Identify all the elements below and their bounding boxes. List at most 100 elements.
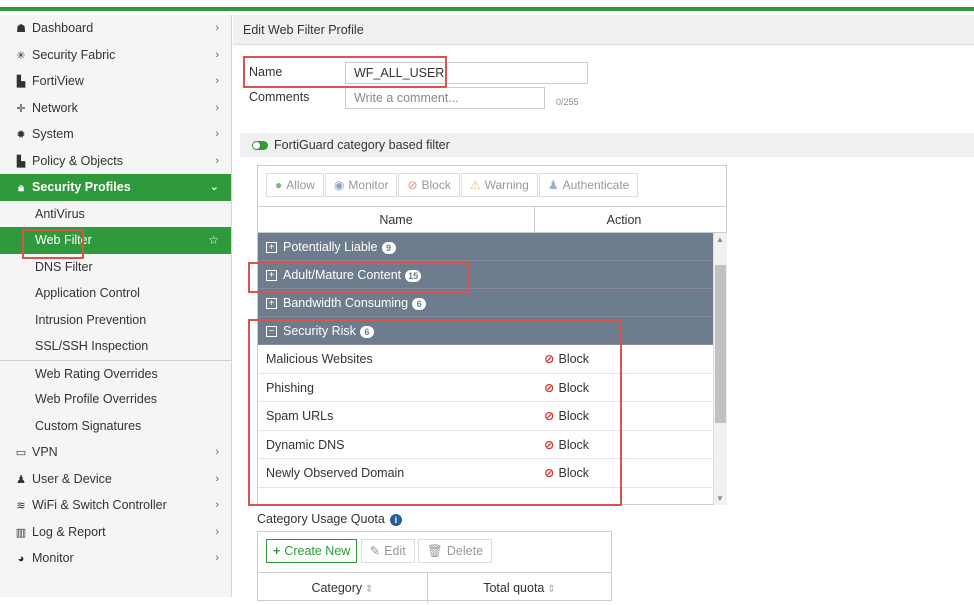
create-new-label: Create New <box>284 544 351 558</box>
sort-icon: ⇕ <box>547 584 556 595</box>
warning-label: Warning <box>484 178 529 192</box>
fortiview-icon: ▙ <box>16 76 26 88</box>
sidebar-subitem-intrusion-prevention[interactable]: Intrusion Prevention <box>0 307 231 334</box>
sidebar-subitem-web-rating-overrides[interactable]: Web Rating Overrides <box>0 359 231 387</box>
highlight-box-security-risk <box>248 319 622 506</box>
column-header-action[interactable]: Action <box>535 207 713 233</box>
comments-input[interactable]: Write a comment... <box>345 87 545 109</box>
sidebar-item-vpn[interactable]: ▭ VPN › <box>0 439 231 466</box>
expand-plus-icon[interactable]: + <box>266 298 277 310</box>
quota-title: Category Usage Quota i <box>257 512 402 526</box>
chevron-right-icon: › <box>215 552 219 564</box>
sidebar-item-security-profiles[interactable]: 🔒︎ Security Profiles ⌄ <box>0 174 231 201</box>
sidebar-subitem-antivirus[interactable]: AntiVirus <box>0 201 231 228</box>
block-button[interactable]: ⊘ Block <box>398 173 460 197</box>
page-title: Edit Web Filter Profile <box>233 15 974 45</box>
sidebar-item-label: Dashboard <box>32 21 94 35</box>
vpn-monitor-icon: ▭ <box>15 447 27 459</box>
allow-label: Allow <box>286 178 315 192</box>
sidebar-subitem-custom-signatures[interactable]: Custom Signatures <box>0 413 231 440</box>
monitor-label: Monitor <box>348 178 389 192</box>
sidebar-item-label: FortiView <box>32 74 84 88</box>
sidebar-subitem-web-profile-overrides[interactable]: Web Profile Overrides <box>0 386 231 413</box>
info-icon[interactable]: i <box>389 513 402 526</box>
plus-icon: + <box>273 544 281 558</box>
table-scrollbar[interactable]: ▲ ▼ <box>713 233 727 505</box>
sidebar-item-user-device[interactable]: ♟ User & Device › <box>0 466 231 493</box>
warning-icon: ⚠ <box>469 178 481 192</box>
sidebar-item-label: Security Profiles <box>32 180 131 194</box>
chevron-right-icon: › <box>215 22 219 34</box>
sidebar-item-label: Log & Report <box>32 524 106 539</box>
fortiguard-toggle[interactable] <box>252 141 268 151</box>
policy-icon: ▙ <box>16 155 26 168</box>
category-group-row[interactable]: + Bandwidth Consuming 6 <box>258 289 713 317</box>
count-badge: 6 <box>412 297 427 310</box>
quota-table-header: Category ⇕ Total quota ⇕ <box>258 572 611 605</box>
create-new-button[interactable]: + Create New <box>266 539 358 563</box>
highlight-box-web-filter <box>22 229 84 259</box>
delete-button[interactable]: 🗑︎ Delete <box>418 539 493 563</box>
trash-icon: 🗑︎ <box>427 544 443 558</box>
scroll-thumb[interactable] <box>715 265 726 423</box>
chevron-right-icon: › <box>215 128 219 140</box>
sidebar-item-policy-objects[interactable]: ▙ Policy & Objects › <box>0 148 231 175</box>
sidebar-item-security-fabric[interactable]: ✳ Security Fabric › <box>0 42 231 69</box>
fabric-icon: ✳ <box>16 49 26 62</box>
user-icon: ♟ <box>547 178 559 192</box>
sidebar-item-system[interactable]: ✹ System › <box>0 121 231 148</box>
scroll-up-icon[interactable]: ▲ <box>716 235 724 244</box>
pencil-icon: ✎ <box>369 544 381 558</box>
chevron-down-icon: ⌄ <box>209 181 219 193</box>
comments-label: Comments <box>249 90 310 104</box>
sidebar-item-label: VPN <box>32 445 58 459</box>
sidebar-item-network[interactable]: ✛ Network › <box>0 95 231 122</box>
sidebar-item-label: Monitor <box>32 551 74 565</box>
sidebar-item-fortiview[interactable]: ▙ FortiView › <box>0 68 231 95</box>
scroll-down-icon[interactable]: ▼ <box>716 494 724 503</box>
eye-icon: ◉ <box>333 178 345 192</box>
sidebar-item-label: User & Device <box>32 471 112 486</box>
system-gear-icon: ✹ <box>16 129 26 141</box>
sidebar-item-label: Policy & Objects <box>32 153 124 168</box>
sidebar-item-label: System <box>32 127 74 141</box>
edit-button[interactable]: ✎ Edit <box>360 539 415 563</box>
wifi-icon: ≋ <box>16 500 26 512</box>
chevron-right-icon: › <box>215 101 219 114</box>
delete-label: Delete <box>446 544 484 558</box>
sidebar-item-wifi-switch[interactable]: ≋ WiFi & Switch Controller › <box>0 492 231 519</box>
sidebar-item-log-report[interactable]: ▥ Log & Report › <box>0 519 231 546</box>
column-header-category[interactable]: Category ⇕ <box>258 573 428 603</box>
star-icon[interactable]: ☆ <box>208 227 219 254</box>
total-quota-label: Total quota <box>483 581 545 595</box>
main-content: Edit Web Filter Profile Name WF_ALL_USER… <box>233 15 974 603</box>
user-icon: ♟ <box>16 473 26 486</box>
sidebar-item-dashboard[interactable]: ☗ Dashboard › <box>0 15 231 42</box>
sidebar-subitem-ssl-ssh-inspection[interactable]: SSL/SSH Inspection <box>0 333 231 360</box>
chevron-right-icon: › <box>215 75 219 87</box>
table-header: Name Action <box>258 206 726 233</box>
block-icon: ⊘ <box>407 178 418 192</box>
allow-button[interactable]: ● Allow <box>266 173 324 197</box>
sidebar-item-label: Security Fabric <box>32 47 116 62</box>
chevron-right-icon: › <box>215 446 219 458</box>
column-header-total-quota[interactable]: Total quota ⇕ <box>428 573 611 605</box>
sidebar-item-monitor[interactable]: ◕ Monitor › <box>0 545 231 572</box>
monitor-button[interactable]: ◉ Monitor <box>324 173 398 197</box>
category-group-row[interactable]: + Potentially Liable 9 <box>258 233 713 261</box>
sidebar-item-label: WiFi & Switch Controller <box>32 498 167 512</box>
chevron-right-icon: › <box>215 154 219 167</box>
authenticate-label: Authenticate <box>562 178 630 192</box>
dashboard-icon: ☗ <box>16 23 26 35</box>
expand-plus-icon[interactable]: + <box>266 242 277 254</box>
warning-button[interactable]: ⚠ Warning <box>460 173 538 197</box>
lock-icon: 🔒︎ <box>18 182 24 194</box>
group-label: Potentially Liable <box>283 240 378 254</box>
fortiguard-filter-header: FortiGuard category based filter <box>240 133 974 157</box>
sidebar-subitem-application-control[interactable]: Application Control <box>0 280 231 307</box>
column-header-name[interactable]: Name <box>258 207 535 233</box>
chevron-right-icon: › <box>215 525 219 538</box>
sidebar: ☗ Dashboard › ✳ Security Fabric › ▙ FortiView… <box>0 15 232 597</box>
edit-label: Edit <box>384 544 406 558</box>
authenticate-button[interactable]: ♟ Authenticate <box>538 173 639 197</box>
